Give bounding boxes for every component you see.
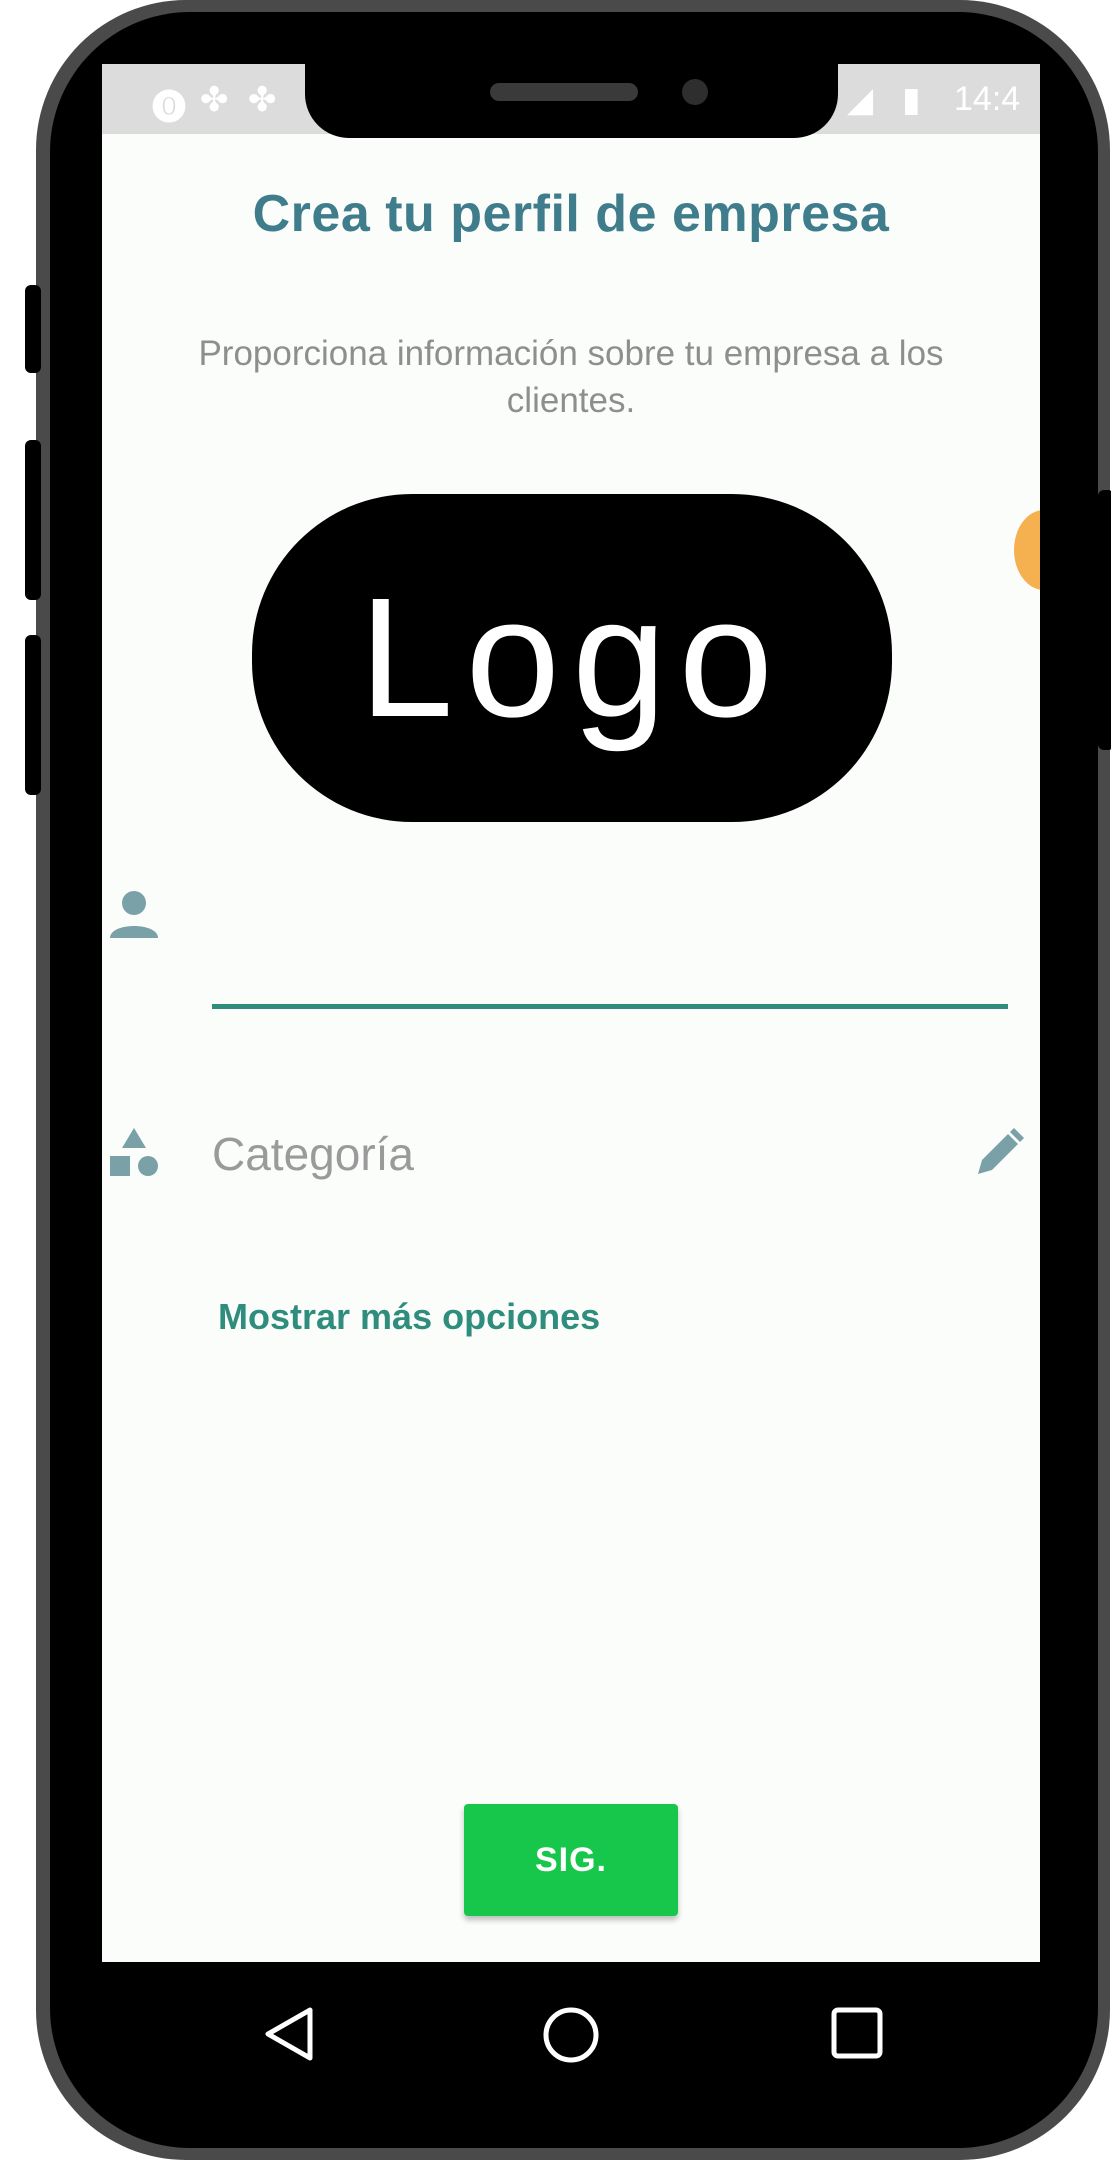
app-icon: ✤	[248, 81, 277, 119]
side-button-mute	[25, 285, 41, 373]
signal-icon: ◢	[847, 81, 874, 119]
logo-text: Logo	[358, 563, 786, 753]
app-screen: ⓿ ✤ ✤ ◢ ▮ 14:4 Crea tu perfil de empresa…	[102, 64, 1040, 1962]
page-title: Crea tu perfil de empresa	[252, 185, 890, 243]
recents-icon[interactable]	[830, 2006, 884, 2065]
side-button-volume-up	[25, 440, 41, 600]
speaker-grille	[490, 83, 638, 101]
battery-icon: ▮	[902, 81, 921, 119]
show-more-options-link[interactable]: Mostrar más opciones	[218, 1296, 600, 1338]
page-subtitle: Proporciona información sobre tu empresa…	[198, 334, 944, 420]
status-time: 14:4	[954, 80, 1021, 118]
person-icon	[106, 886, 162, 947]
home-icon[interactable]	[542, 2006, 600, 2069]
phone-notch	[305, 64, 838, 138]
back-icon[interactable]	[262, 2006, 318, 2067]
business-logo[interactable]: Logo	[252, 494, 892, 822]
edit-pencil-icon[interactable]	[972, 1126, 1026, 1185]
business-name-input[interactable]	[212, 884, 1008, 1009]
side-button-power	[1098, 490, 1111, 750]
pinterest-icon: ⓿	[152, 89, 186, 127]
category-label: Categoría	[212, 1128, 415, 1180]
orange-floating-bubble	[1014, 510, 1040, 590]
next-button[interactable]: SIG.	[464, 1804, 678, 1916]
category-field[interactable]: Categoría	[212, 1109, 1008, 1199]
app-icon: ✤	[200, 81, 229, 119]
front-camera	[682, 79, 708, 105]
navigation-bar	[102, 1962, 1040, 2102]
side-button-volume-down	[25, 635, 41, 795]
category-shapes-icon	[106, 1126, 162, 1187]
